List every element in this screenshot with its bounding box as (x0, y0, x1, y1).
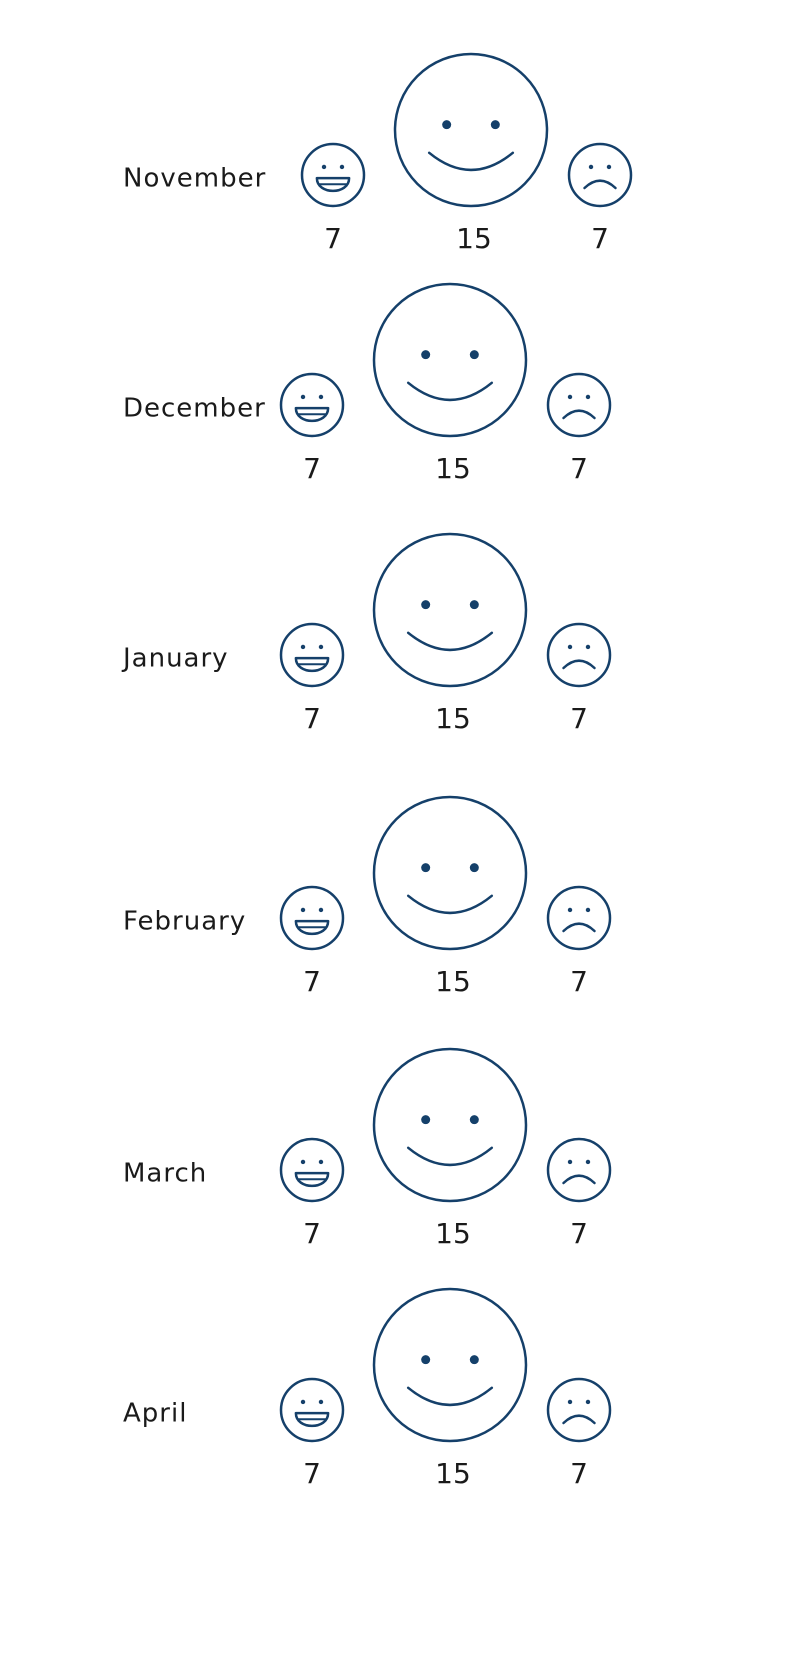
happy-count: 15 (435, 965, 471, 998)
sad-count: 7 (591, 222, 609, 255)
grin-face-icon (279, 622, 345, 688)
frown-face-icon (567, 142, 633, 208)
grin-face-icon (279, 372, 345, 438)
month-label: February (123, 907, 246, 937)
sad-count: 7 (570, 452, 588, 485)
sad-count: 7 (570, 1457, 588, 1490)
smile-face-icon (393, 52, 549, 208)
very-happy-count: 7 (303, 965, 321, 998)
sad-count: 7 (570, 965, 588, 998)
month-label: December (123, 394, 266, 424)
frown-face-icon (546, 1377, 612, 1443)
very-happy-count: 7 (303, 702, 321, 735)
happy-count: 15 (435, 702, 471, 735)
month-label: March (123, 1159, 207, 1189)
smile-face-icon (372, 795, 528, 951)
month-row: February 7 15 7 (123, 795, 612, 998)
grin-face-icon (279, 1377, 345, 1443)
very-happy-count: 7 (303, 452, 321, 485)
frown-face-icon (546, 885, 612, 951)
happy-count: 15 (435, 1217, 471, 1250)
very-happy-count: 7 (303, 1217, 321, 1250)
grin-face-icon (279, 885, 345, 951)
month-row: March 7 15 7 (123, 1047, 612, 1250)
smiley-chart: November7 15 7December7 15 7January7 15 7Febru… (121, 52, 633, 1490)
smile-face-icon (372, 282, 528, 438)
month-row: November 7 15 7 (123, 52, 633, 255)
smile-face-icon (372, 1047, 528, 1203)
happy-count: 15 (456, 222, 492, 255)
very-happy-count: 7 (303, 1457, 321, 1490)
sad-count: 7 (570, 1217, 588, 1250)
frown-face-icon (546, 622, 612, 688)
smile-face-icon (372, 1287, 528, 1443)
sad-count: 7 (570, 702, 588, 735)
month-row: December 7 15 7 (123, 282, 612, 485)
grin-face-icon (279, 1137, 345, 1203)
month-label: January (121, 644, 229, 674)
month-row: January 7 15 7 (121, 532, 612, 735)
frown-face-icon (546, 1137, 612, 1203)
very-happy-count: 7 (324, 222, 342, 255)
frown-face-icon (546, 372, 612, 438)
month-label: November (123, 164, 266, 194)
smile-face-icon (372, 532, 528, 688)
happy-count: 15 (435, 1457, 471, 1490)
month-row: April 7 15 7 (123, 1287, 612, 1490)
grin-face-icon (300, 142, 366, 208)
happy-count: 15 (435, 452, 471, 485)
month-label: April (123, 1399, 187, 1429)
